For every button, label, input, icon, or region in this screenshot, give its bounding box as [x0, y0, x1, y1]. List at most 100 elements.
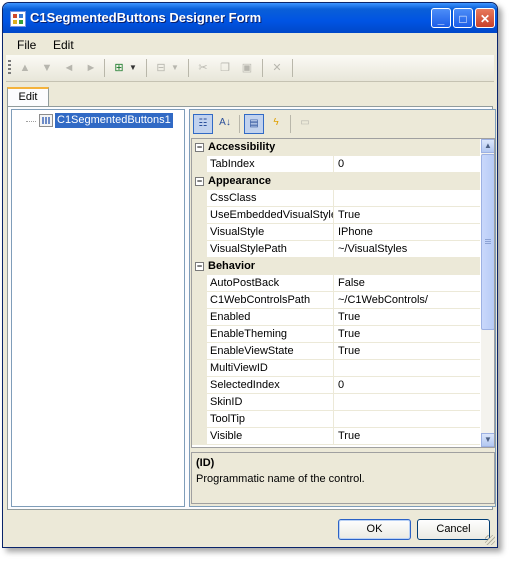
move-up-icon[interactable]: ▲: [18, 61, 32, 75]
property-value[interactable]: ~/C1WebControls/: [335, 292, 480, 309]
help-title: (ID): [196, 457, 215, 469]
property-row[interactable]: AutoPostBack False: [192, 275, 480, 292]
category-label: Accessibility: [208, 141, 276, 153]
property-name: SkinID: [208, 394, 334, 411]
toolbar-separator: [104, 59, 105, 77]
collapse-icon[interactable]: −: [195, 262, 204, 271]
property-value[interactable]: True: [335, 326, 480, 343]
segmented-buttons-icon: [39, 114, 53, 127]
resize-grip-icon[interactable]: [485, 535, 495, 545]
property-value[interactable]: IPhone: [335, 224, 480, 241]
toolbar-separator: [188, 59, 189, 77]
toolbar-separator: [262, 59, 263, 77]
tab-edit[interactable]: Edit: [7, 87, 49, 107]
insert-item-dropdown-icon[interactable]: ▼: [168, 61, 182, 75]
menu-file[interactable]: File: [17, 38, 36, 52]
property-list: − Accessibility TabIndex 0 − Appearance …: [191, 138, 495, 448]
property-name: AutoPostBack: [208, 275, 334, 292]
toolbar-separator: [290, 115, 291, 133]
insert-item-icon[interactable]: ⊟: [154, 61, 168, 75]
property-help-panel: (ID) Programmatic name of the control.: [191, 452, 495, 504]
property-value[interactable]: [335, 360, 480, 377]
collapse-icon[interactable]: −: [195, 177, 204, 186]
toolbar: ▲ ▼ ◄ ► ⊞ ▼ ⊟ ▼ ✂ ❐ ▣ ✕: [6, 55, 494, 82]
property-value[interactable]: True: [335, 343, 480, 360]
cancel-button[interactable]: Cancel: [417, 519, 490, 540]
property-value[interactable]: 0: [335, 156, 480, 173]
title-bar[interactable]: C1SegmentedButtons Designer Form _ □ ✕: [3, 3, 497, 33]
property-grid: ☷ A↓ ▤ ϟ ▭ − Accessibility TabIndex 0 − …: [189, 109, 496, 507]
events-icon[interactable]: ϟ: [266, 114, 286, 134]
property-list-scrollbar[interactable]: ▲ ▼: [481, 139, 494, 447]
property-name: EnableViewState: [208, 343, 334, 360]
category-label: Appearance: [208, 175, 271, 187]
property-row[interactable]: ToolTip: [192, 411, 480, 428]
scroll-up-icon[interactable]: ▲: [481, 139, 494, 153]
property-name: VisualStyle: [208, 224, 334, 241]
property-value[interactable]: [335, 190, 480, 207]
property-row[interactable]: VisualStylePath ~/VisualStyles: [192, 241, 480, 258]
properties-icon[interactable]: ▤: [244, 114, 264, 134]
property-value[interactable]: False: [335, 275, 480, 292]
scroll-down-icon[interactable]: ▼: [481, 433, 494, 447]
maximize-button[interactable]: □: [453, 8, 473, 28]
property-value[interactable]: [335, 411, 480, 428]
property-value[interactable]: True: [335, 207, 480, 224]
move-left-icon[interactable]: ◄: [62, 61, 76, 75]
menu-bar: File Edit: [3, 33, 497, 55]
property-grid-toolbar: ☷ A↓ ▤ ϟ ▭: [190, 110, 495, 138]
property-row[interactable]: EnableViewState True: [192, 343, 480, 360]
category-row[interactable]: − Appearance: [192, 173, 480, 190]
property-value[interactable]: ~/VisualStyles: [335, 241, 480, 258]
categorized-icon[interactable]: ☷: [193, 114, 213, 134]
property-row[interactable]: MultiViewID: [192, 360, 480, 377]
property-name: Enabled: [208, 309, 334, 326]
delete-icon[interactable]: ✕: [270, 61, 284, 75]
category-row[interactable]: − Behavior: [192, 258, 480, 275]
property-name: Visible: [208, 428, 334, 445]
property-row[interactable]: CssClass: [192, 190, 480, 207]
menu-edit[interactable]: Edit: [53, 38, 74, 52]
property-name: EnableTheming: [208, 326, 334, 343]
property-name: TabIndex: [208, 156, 334, 173]
property-value[interactable]: 0: [335, 377, 480, 394]
property-value[interactable]: True: [335, 428, 480, 445]
category-row[interactable]: − Accessibility: [192, 139, 480, 156]
tree-view[interactable]: C1SegmentedButtons1: [11, 109, 185, 507]
property-pages-icon[interactable]: ▭: [295, 114, 315, 134]
property-row[interactable]: SkinID: [192, 394, 480, 411]
property-row[interactable]: Visible True: [192, 428, 480, 445]
property-row[interactable]: EnableTheming True: [192, 326, 480, 343]
property-name: VisualStylePath: [208, 241, 334, 258]
property-row[interactable]: VisualStyle IPhone: [192, 224, 480, 241]
property-name: CssClass: [208, 190, 334, 207]
tree-node-root[interactable]: C1SegmentedButtons1: [55, 113, 173, 128]
toolbar-separator: [292, 59, 293, 77]
add-item-dropdown-icon[interactable]: ▼: [126, 61, 140, 75]
tree-connector: [26, 121, 36, 122]
cut-icon[interactable]: ✂: [196, 61, 210, 75]
move-down-icon[interactable]: ▼: [40, 61, 54, 75]
property-name: UseEmbeddedVisualStyles: [208, 207, 334, 224]
property-row[interactable]: C1WebControlsPath ~/C1WebControls/: [192, 292, 480, 309]
ok-button[interactable]: OK: [338, 519, 411, 540]
collapse-icon[interactable]: −: [195, 143, 204, 152]
property-row[interactable]: UseEmbeddedVisualStyles True: [192, 207, 480, 224]
property-row[interactable]: SelectedIndex 0: [192, 377, 480, 394]
help-description: Programmatic name of the control.: [196, 473, 365, 485]
property-name: C1WebControlsPath: [208, 292, 334, 309]
move-right-icon[interactable]: ►: [84, 61, 98, 75]
property-value[interactable]: [335, 394, 480, 411]
property-value[interactable]: True: [335, 309, 480, 326]
copy-icon[interactable]: ❐: [218, 61, 232, 75]
scroll-thumb[interactable]: [481, 154, 494, 330]
close-button[interactable]: ✕: [475, 8, 495, 28]
minimize-button[interactable]: _: [431, 8, 451, 28]
paste-icon[interactable]: ▣: [240, 61, 254, 75]
property-row[interactable]: Enabled True: [192, 309, 480, 326]
add-item-icon[interactable]: ⊞: [112, 61, 126, 75]
alphabetical-sort-icon[interactable]: A↓: [215, 114, 235, 134]
property-row[interactable]: TabIndex 0: [192, 156, 480, 173]
category-label: Behavior: [208, 260, 256, 272]
toolbar-grip-icon[interactable]: [8, 60, 11, 76]
